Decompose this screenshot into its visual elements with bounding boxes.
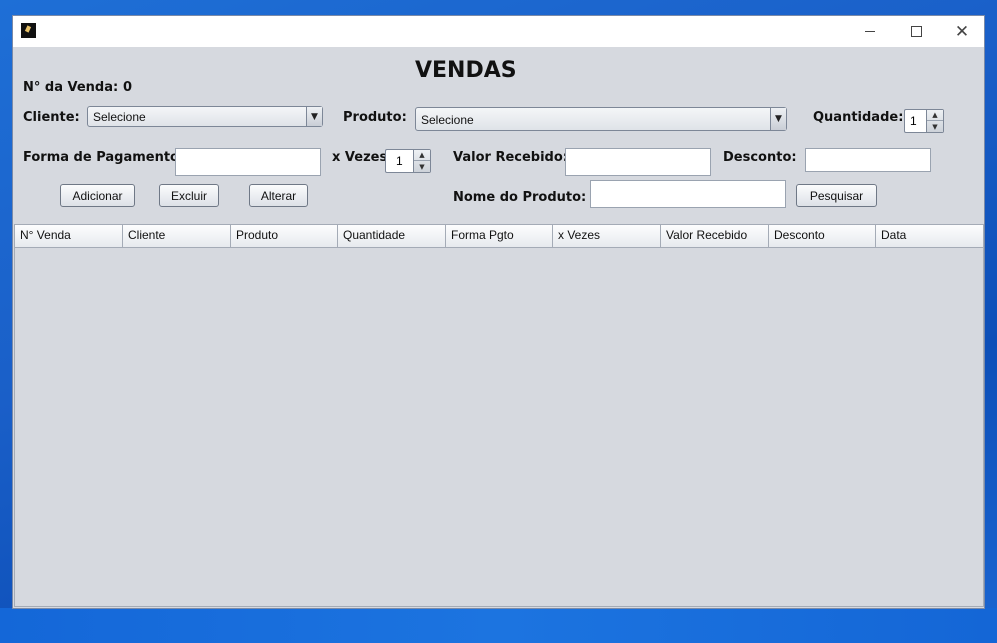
forma-pagamento-label: Forma de Pagamento: — [23, 150, 185, 165]
desconto-label: Desconto: — [723, 150, 797, 165]
vendas-window: ✕ VENDAS N° da Venda: 0 Cliente: Selecio… — [12, 15, 985, 609]
nome-produto-input[interactable] — [590, 180, 786, 208]
column-header[interactable]: Produto — [231, 225, 338, 247]
close-icon: ✕ — [954, 21, 970, 42]
forma-pagamento-input[interactable] — [175, 148, 321, 176]
quantidade-label: Quantidade: — [813, 110, 904, 125]
chevron-down-icon[interactable]: ▼ — [306, 107, 322, 126]
x-vezes-value: 1 — [396, 154, 403, 168]
produto-selected: Selecione — [421, 113, 474, 127]
numero-venda-value: 0 — [123, 80, 133, 95]
column-header[interactable]: Quantidade — [338, 225, 446, 247]
nome-produto-label: Nome do Produto: — [453, 190, 587, 205]
minimize-icon — [865, 31, 875, 32]
desktop-background — [0, 608, 997, 643]
spinner-up-icon[interactable]: ▲ — [927, 110, 943, 121]
spinner-down-icon[interactable]: ▼ — [927, 121, 943, 132]
column-header[interactable]: Valor Recebido — [661, 225, 769, 247]
column-header[interactable]: x Vezes — [553, 225, 661, 247]
spinner-up-icon[interactable]: ▲ — [414, 150, 430, 161]
numero-venda-label: N° da Venda: — [23, 80, 119, 95]
cliente-combobox[interactable]: Selecione ▼ — [87, 106, 323, 127]
title-bar: ✕ — [13, 16, 984, 47]
desconto-input[interactable] — [805, 148, 931, 172]
x-vezes-spinner[interactable]: 1 ▲ ▼ — [385, 149, 431, 173]
spinner-down-icon[interactable]: ▼ — [414, 161, 430, 172]
vendas-table[interactable]: N° Venda Cliente Produto Quantidade Form… — [14, 224, 984, 607]
valor-recebido-label: Valor Recebido: — [453, 150, 568, 165]
x-vezes-label: x Vezes — [332, 150, 388, 165]
app-icon — [21, 23, 36, 38]
cliente-selected: Selecione — [93, 110, 146, 124]
excluir-button[interactable]: Excluir — [159, 184, 219, 207]
quantidade-value: 1 — [910, 114, 917, 128]
valor-recebido-input[interactable] — [565, 148, 711, 176]
produto-label: Produto: — [343, 110, 407, 125]
chevron-down-icon[interactable]: ▼ — [770, 108, 786, 130]
column-header[interactable]: N° Venda — [15, 225, 123, 247]
maximize-icon — [910, 26, 922, 37]
column-header[interactable]: Forma Pgto — [446, 225, 553, 247]
quantidade-spinner[interactable]: 1 ▲ ▼ — [904, 109, 944, 133]
column-header[interactable]: Cliente — [123, 225, 231, 247]
close-button[interactable]: ✕ — [939, 16, 985, 47]
alterar-button[interactable]: Alterar — [249, 184, 308, 207]
pesquisar-button[interactable]: Pesquisar — [796, 184, 877, 207]
column-header[interactable]: Desconto — [769, 225, 876, 247]
table-header: N° Venda Cliente Produto Quantidade Form… — [15, 225, 983, 248]
minimize-button[interactable] — [847, 16, 893, 47]
column-header[interactable]: Data — [876, 225, 983, 247]
page-title: VENDAS — [415, 58, 517, 83]
maximize-button[interactable] — [893, 16, 939, 47]
produto-combobox[interactable]: Selecione ▼ — [415, 107, 787, 131]
adicionar-button[interactable]: Adicionar — [60, 184, 135, 207]
cliente-label: Cliente: — [23, 110, 80, 125]
